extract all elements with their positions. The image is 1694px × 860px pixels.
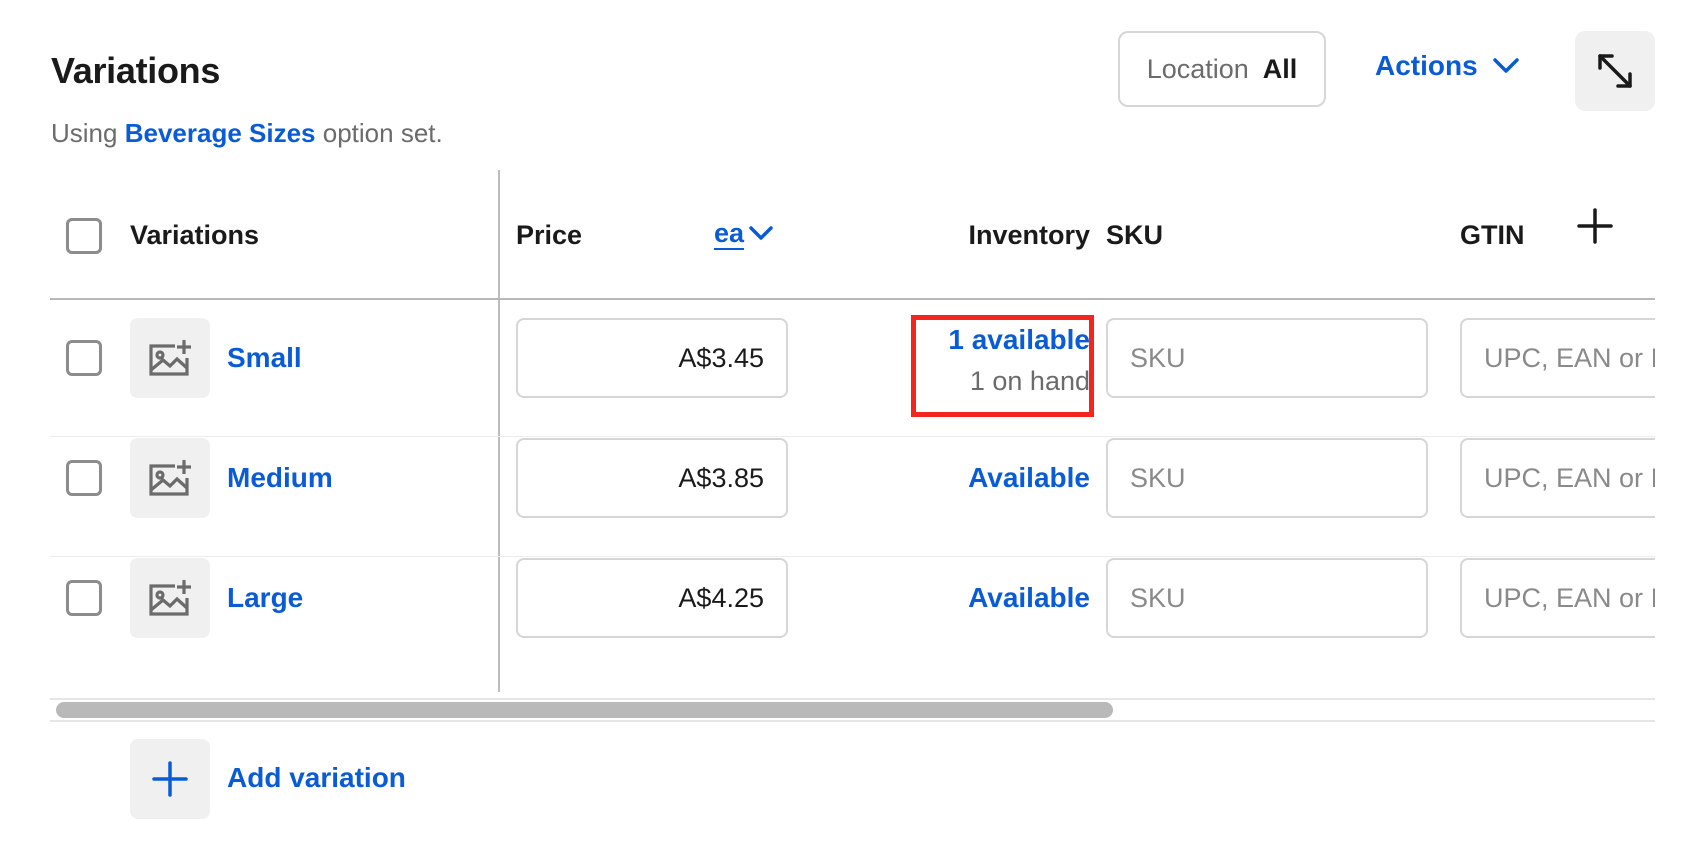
subtitle-suffix: option set.	[322, 118, 443, 148]
variation-name-small[interactable]: Small	[227, 342, 302, 374]
page-title: Variations	[51, 50, 221, 91]
image-upload-button[interactable]	[130, 318, 210, 398]
expand-button[interactable]	[1575, 31, 1655, 111]
expand-arrows-icon	[1598, 54, 1632, 88]
price-input-medium[interactable]: A$3.85	[516, 438, 788, 518]
add-column-button[interactable]	[1575, 206, 1615, 251]
inventory-available-large[interactable]: Available	[838, 582, 1090, 614]
unit-selector[interactable]: ea	[714, 218, 774, 250]
chevron-down-icon	[1492, 58, 1519, 73]
sku-input-large[interactable]: SKU	[1106, 558, 1428, 638]
location-value: All	[1262, 53, 1298, 84]
variations-table: Variations Price ea Inventory SKU GTIN S…	[50, 170, 1655, 722]
option-set-description: Using Beverage Sizes option set.	[51, 118, 443, 149]
subtitle-prefix: Using	[51, 118, 118, 148]
option-set-link[interactable]: Beverage Sizes	[125, 118, 316, 148]
add-image-icon	[149, 580, 191, 616]
inventory-highlight-box	[911, 315, 1094, 417]
row-checkbox-small[interactable]	[66, 340, 102, 376]
add-variation-label[interactable]: Add variation	[227, 762, 406, 794]
actions-dropdown[interactable]: Actions	[1375, 50, 1520, 82]
sku-input-small[interactable]: SKU	[1106, 318, 1428, 398]
add-image-icon	[149, 460, 191, 496]
row-checkbox-medium[interactable]	[66, 460, 102, 496]
actions-label: Actions	[1375, 50, 1478, 81]
column-header-variations[interactable]: Variations	[130, 220, 259, 251]
variation-name-medium[interactable]: Medium	[227, 462, 333, 494]
image-upload-button[interactable]	[130, 438, 210, 518]
price-input-small[interactable]: A$3.45	[516, 318, 788, 398]
column-header-price[interactable]: Price	[516, 220, 582, 251]
chevron-down-icon	[749, 226, 773, 240]
gtin-input-large[interactable]: UPC, EAN or ISBN	[1460, 558, 1655, 638]
column-header-sku[interactable]: SKU	[1106, 220, 1163, 251]
header-divider	[50, 298, 1655, 300]
add-image-icon	[149, 340, 191, 376]
sku-input-medium[interactable]: SKU	[1106, 438, 1428, 518]
unit-label: ea	[714, 218, 745, 250]
column-divider	[498, 170, 500, 692]
column-header-inventory[interactable]: Inventory	[838, 220, 1090, 251]
plus-icon	[1577, 208, 1613, 244]
row-checkbox-large[interactable]	[66, 580, 102, 616]
plus-icon	[152, 761, 188, 797]
gtin-input-small[interactable]: UPC, EAN or ISBN	[1460, 318, 1655, 398]
inventory-available-medium[interactable]: Available	[838, 462, 1090, 494]
location-label: Location	[1146, 53, 1249, 84]
row-divider	[50, 436, 1655, 437]
location-filter-button[interactable]: Location All	[1118, 31, 1326, 107]
price-input-large[interactable]: A$4.25	[516, 558, 788, 638]
gtin-input-medium[interactable]: UPC, EAN or ISBN	[1460, 438, 1655, 518]
horizontal-scrollbar-thumb[interactable]	[56, 702, 1113, 718]
select-all-checkbox[interactable]	[66, 218, 102, 254]
row-divider	[50, 556, 1655, 557]
image-upload-button[interactable]	[130, 558, 210, 638]
column-header-gtin[interactable]: GTIN	[1460, 220, 1525, 251]
add-variation-button[interactable]	[130, 739, 210, 819]
variation-name-large[interactable]: Large	[227, 582, 303, 614]
